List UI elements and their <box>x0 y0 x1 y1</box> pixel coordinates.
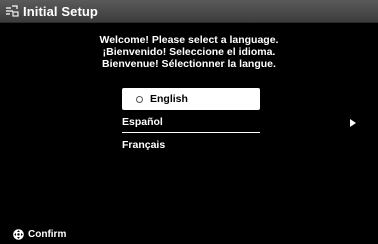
welcome-line-spanish: ¡Bienvenido! Seleccione el idioma. <box>102 46 276 58</box>
confirm-hint[interactable]: Confirm <box>13 229 66 240</box>
language-label: Français <box>122 139 166 151</box>
language-label: English <box>150 93 188 105</box>
radio-icon <box>136 95 143 103</box>
right-arrow-icon[interactable] <box>350 119 356 127</box>
welcome-line-english: Welcome! Please select a language. <box>99 34 279 46</box>
welcome-message: Welcome! Please select a language. ¡Bien… <box>0 34 378 70</box>
language-list: English Español Français <box>122 88 260 157</box>
language-option-french[interactable]: Français <box>122 134 260 156</box>
setup-screen: Initial Setup Welcome! Please select a l… <box>0 0 378 244</box>
confirm-label: Confirm <box>28 229 67 240</box>
language-label: Español <box>122 115 163 128</box>
language-option-english[interactable]: English <box>122 88 260 110</box>
title-bar: Initial Setup <box>0 0 378 23</box>
welcome-line-french: Bienvenue! Sélectionner la langue. <box>102 58 276 70</box>
setup-icon <box>6 5 19 17</box>
dpad-center-icon <box>13 229 24 240</box>
window-title: Initial Setup <box>23 3 98 19</box>
language-option-spanish[interactable]: Español <box>122 111 260 133</box>
